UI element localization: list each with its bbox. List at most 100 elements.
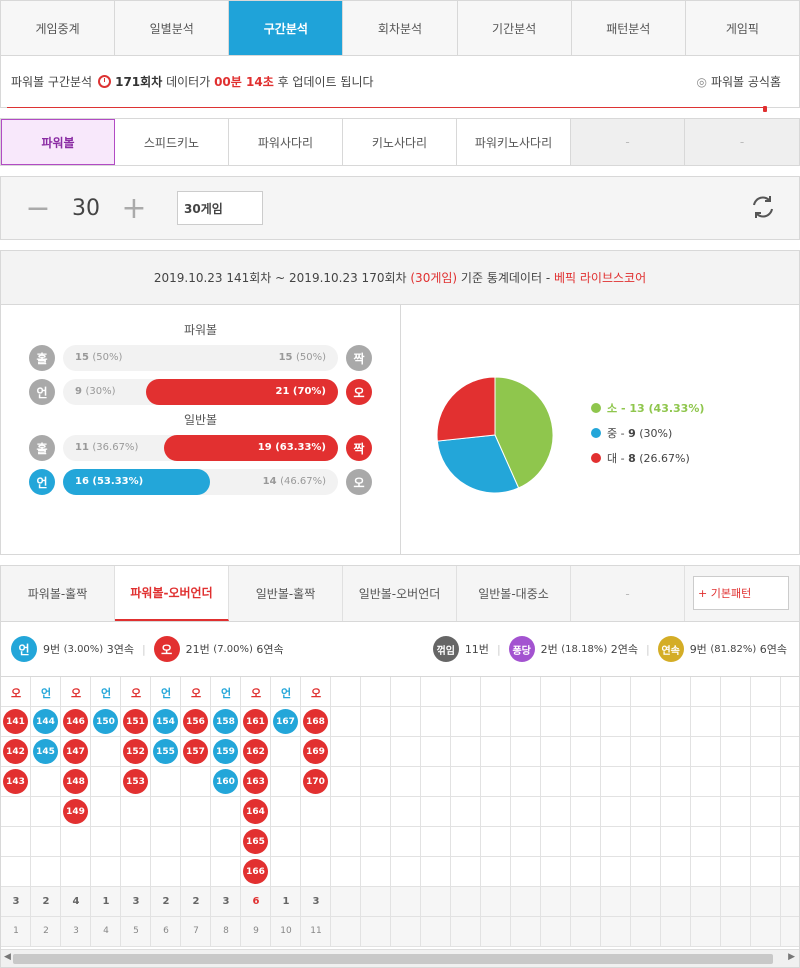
game-tab-powerkenoladder[interactable]: 파워키노사다리	[457, 119, 571, 165]
grid-cell	[541, 737, 571, 767]
grid-cell	[361, 887, 391, 917]
streak-count: 3	[12, 896, 20, 907]
pattern-tab-nb-overunder[interactable]: 일반볼-오버언더	[343, 566, 457, 621]
grid-cell	[781, 827, 799, 857]
ratio-bar: 16 (53.33%) 14 (46.67%)	[63, 469, 338, 495]
grid-cell	[541, 887, 571, 917]
grid-cell	[781, 857, 799, 887]
grid-cell	[751, 887, 781, 917]
grid-cell	[121, 827, 151, 857]
column-index: 5	[133, 926, 139, 936]
grid-cell	[181, 857, 211, 887]
column-header: 오	[10, 687, 22, 700]
increase-button[interactable]: +	[121, 191, 147, 226]
legend-small: 소 - 13 (43.33%)	[591, 395, 704, 420]
tab-range[interactable]: 구간분석	[229, 1, 344, 55]
basic-pattern-button[interactable]: + 기본패턴	[693, 576, 789, 610]
info-countdown: 00분 14초	[214, 75, 274, 89]
grid-cell	[481, 797, 511, 827]
grid-cell	[91, 737, 121, 767]
game-count-select[interactable]: 30게임	[177, 191, 263, 225]
grid-cell	[781, 767, 799, 797]
round-ball: 146	[63, 709, 88, 734]
game-tab-empty: -	[571, 119, 685, 165]
scroll-right-icon[interactable]: ▶	[788, 952, 795, 962]
grid-cell	[421, 857, 451, 887]
grid-cell	[661, 857, 691, 887]
decrease-button[interactable]: −	[25, 191, 51, 226]
stats-header: 2019.10.23 141회차 ~ 2019.10.23 170회차 (30게…	[1, 251, 799, 305]
round-ball: 156	[183, 709, 208, 734]
streak-count: 1	[282, 896, 290, 907]
grid-cell	[511, 767, 541, 797]
grid-cell	[511, 707, 541, 737]
round-ball: 162	[243, 739, 268, 764]
left-value: 15 (50%)	[75, 352, 123, 363]
refresh-icon[interactable]	[749, 193, 777, 221]
tab-daily[interactable]: 일별분석	[115, 1, 230, 55]
grid-cell	[301, 797, 331, 827]
game-tab-powerladder[interactable]: 파워사다리	[229, 119, 343, 165]
powerball-title: 파워볼	[183, 323, 218, 337]
column-index: 10	[280, 926, 292, 936]
tab-round[interactable]: 회차분석	[343, 1, 458, 55]
grid-cell	[271, 857, 301, 887]
grid-cell	[601, 707, 631, 737]
pattern-tab-nb-oddeven[interactable]: 일반볼-홀짝	[229, 566, 343, 621]
grid-cell	[361, 797, 391, 827]
tab-period[interactable]: 기간분석	[458, 1, 572, 55]
pattern-tab-pb-oddeven[interactable]: 파워볼-홀짝	[1, 566, 115, 621]
grid-cell	[331, 917, 361, 947]
grid-cell	[661, 737, 691, 767]
left-value: 9 (30%)	[75, 386, 116, 397]
tab-pattern[interactable]: 패턴분석	[572, 1, 686, 55]
grid-cell	[631, 857, 661, 887]
horizontal-scrollbar[interactable]: ◀ ▶	[1, 949, 799, 967]
grid-cell	[211, 797, 241, 827]
pattern-tab-pb-overunder[interactable]: 파워볼-오버언더	[115, 566, 229, 621]
game-tab-powerball[interactable]: 파워볼	[1, 119, 115, 165]
grid-cell	[511, 887, 541, 917]
grid-cell	[151, 797, 181, 827]
game-tab-kenoladder[interactable]: 키노사다리	[343, 119, 457, 165]
grid-cell	[661, 887, 691, 917]
pattern-tab-nb-size[interactable]: 일반볼-대중소	[457, 566, 571, 621]
round-ball: 141	[3, 709, 28, 734]
grid-cell	[721, 827, 751, 857]
column-index: 9	[253, 926, 259, 936]
grid-cell	[721, 797, 751, 827]
grid-cell	[211, 827, 241, 857]
grid-cell	[631, 767, 661, 797]
grid-cell	[481, 827, 511, 857]
tab-pick[interactable]: 게임픽	[686, 1, 799, 55]
column-header: 오	[70, 687, 82, 700]
column-index: 8	[223, 926, 229, 936]
scroll-left-icon[interactable]: ◀	[4, 952, 11, 962]
round-ball: 154	[153, 709, 178, 734]
round-ball: 166	[243, 859, 268, 884]
game-tab-speedkeno[interactable]: 스피드키노	[115, 119, 229, 165]
grid-cell	[91, 857, 121, 887]
round-ball: 164	[243, 799, 268, 824]
grid-cell	[331, 827, 361, 857]
column-header: 오	[250, 687, 262, 700]
grid-cell	[301, 827, 331, 857]
grid-cell	[361, 707, 391, 737]
grid-cell	[601, 857, 631, 887]
official-home-link[interactable]: ◎ 파워볼 공식홈	[696, 73, 781, 90]
odd-badge: 홀	[29, 345, 55, 371]
continuous-badge: 연속	[657, 636, 684, 662]
grid-cell	[391, 797, 421, 827]
grid-cell	[631, 707, 661, 737]
pong-badge: 퐁당	[508, 636, 535, 662]
grid-cell	[451, 737, 481, 767]
grid-cell	[331, 887, 361, 917]
grid-cell	[481, 887, 511, 917]
tab-live[interactable]: 게임중계	[1, 1, 116, 55]
grid-cell	[781, 887, 799, 917]
grid-cell	[661, 707, 691, 737]
round-ball: 149	[63, 799, 88, 824]
grid-cell	[31, 827, 61, 857]
grid-cell	[361, 767, 391, 797]
grid-cell	[301, 857, 331, 887]
